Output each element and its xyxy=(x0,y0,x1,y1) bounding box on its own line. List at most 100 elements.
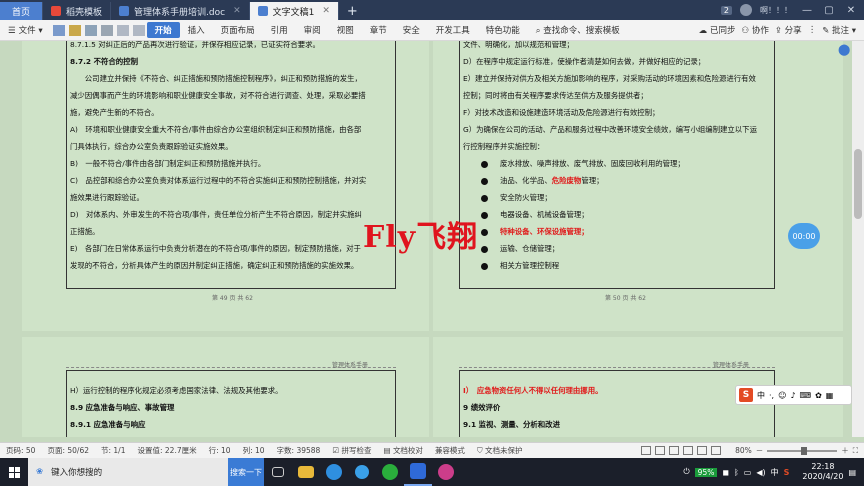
undo-icon[interactable] xyxy=(116,24,129,36)
tab-manual-doc[interactable]: 管理体系手册培训.doc ✕ xyxy=(111,2,250,20)
ie-button[interactable] xyxy=(348,458,376,486)
close-window-button[interactable]: ✕ xyxy=(844,5,858,16)
paragraph: E) 各部门在日常体系运行中负责分析潜在的不符合项/事件的原因，制定预防措施，对… xyxy=(70,244,361,253)
status-pages[interactable]: 页面: 50/62 xyxy=(41,445,95,456)
menu-review[interactable]: 审阅 xyxy=(296,24,329,36)
proofread-button[interactable]: ▤ 文档校对 xyxy=(377,445,428,456)
mic-icon[interactable]: ♪ xyxy=(790,391,795,400)
status-word-count[interactable]: 字数: 39588 xyxy=(271,445,327,456)
zoom-slider[interactable] xyxy=(767,446,838,455)
redo-icon[interactable] xyxy=(132,24,145,36)
paragraph: 行控制程序并实施控制： xyxy=(463,142,545,151)
share-button[interactable]: ⇪ 分享 xyxy=(775,24,802,36)
menu-reference[interactable]: 引用 xyxy=(263,24,296,36)
eye-protect-icon[interactable] xyxy=(641,446,652,455)
write-mode-icon[interactable] xyxy=(697,446,708,455)
menu-page-layout[interactable]: 页面布局 xyxy=(213,24,263,36)
user-name[interactable]: 啊！！！ xyxy=(760,5,792,16)
menu-start[interactable]: 开始 xyxy=(146,22,180,38)
scrollbar-thumb[interactable] xyxy=(854,149,862,219)
preview-icon[interactable] xyxy=(100,24,113,36)
menu-insert[interactable]: 插入 xyxy=(180,24,213,36)
zoom-level[interactable]: 80% xyxy=(735,446,752,455)
zoom-out-button[interactable]: － xyxy=(756,445,764,456)
ime-indicator[interactable]: 中 xyxy=(771,467,779,478)
outline-view-icon[interactable] xyxy=(669,446,680,455)
wechat-button[interactable] xyxy=(376,458,404,486)
keyboard-icon[interactable]: ⌨ xyxy=(800,391,812,400)
close-icon[interactable]: ✕ xyxy=(233,6,241,16)
menu-chapter[interactable]: 章节 xyxy=(362,24,395,36)
punctuation-icon[interactable]: ·, xyxy=(769,391,774,400)
toolbox-icon[interactable]: ▦ xyxy=(826,391,834,400)
tab-label: 稻壳模板 xyxy=(66,7,103,18)
task-view-button[interactable] xyxy=(264,458,292,486)
fit-page-icon[interactable]: ⛶ xyxy=(853,446,858,456)
page-51[interactable]: 管理体系手册 H）运行控制的程序化规定必须考虑国家法律、法规及其他要求。 8.9… xyxy=(22,337,429,437)
battery-level[interactable]: 95% xyxy=(694,467,718,477)
media-button[interactable] xyxy=(432,458,460,486)
close-icon[interactable]: ✕ xyxy=(322,6,330,16)
security-icon[interactable]: ◼ xyxy=(722,468,729,477)
spell-check-toggle[interactable]: ☑ 拼写检查 xyxy=(326,445,377,456)
ime-toolbar[interactable]: S 中 ·, ☺ ♪ ⌨ ✿ ▦ xyxy=(735,385,852,405)
location-pin-icon[interactable]: ⬤ xyxy=(838,43,850,57)
page-49[interactable]: 8.7.1.5 对纠正后的产品再次进行验证，并保存相应记录，已证实符合要求。 8… xyxy=(22,41,429,331)
comment-button[interactable]: ✎ 批注 ▾ xyxy=(822,24,856,36)
sogou-tray-icon[interactable]: S xyxy=(784,468,790,477)
tab-docer[interactable]: 稻壳模板 xyxy=(43,2,112,20)
minimize-button[interactable]: — xyxy=(800,5,814,16)
plug-icon[interactable]: ⏻ xyxy=(683,467,689,477)
avatar[interactable] xyxy=(740,4,752,16)
notification-icon[interactable]: ▤ xyxy=(848,468,856,477)
wps-button[interactable] xyxy=(404,458,432,486)
recording-timer[interactable]: 00:00 xyxy=(788,223,820,249)
sync-status[interactable]: ☁ 已同步 xyxy=(699,24,736,36)
tab-home[interactable]: 首页 xyxy=(0,2,44,20)
reading-mode-icon[interactable] xyxy=(711,446,722,455)
skin-icon[interactable]: ✿ xyxy=(815,391,822,400)
page-50[interactable]: 文件、明确化，加以规范和管理； D）在程序中规定运行标准，使操作者清楚如何去做，… xyxy=(433,41,843,331)
zoom-in-button[interactable]: ＋ xyxy=(841,445,849,456)
menu-features[interactable]: 特色功能 xyxy=(478,24,528,36)
edge-icon xyxy=(326,464,342,480)
maximize-button[interactable]: ▢ xyxy=(822,5,836,16)
folder-icon[interactable] xyxy=(68,24,81,36)
save-icon[interactable] xyxy=(52,24,65,36)
menu-dev-tools[interactable]: 开发工具 xyxy=(428,24,478,36)
tab-document1[interactable]: 文字文稿1 ✕ xyxy=(249,2,339,20)
taskbar-search-placeholder: 键入你想搜的 xyxy=(51,468,103,478)
comment-icon: ✎ xyxy=(822,26,830,36)
volume-icon[interactable]: ◀) xyxy=(756,468,765,477)
protect-label: 文档未保护 xyxy=(484,446,523,455)
emoji-icon[interactable]: ☺ xyxy=(778,391,786,400)
menu-file[interactable]: ☰ 文件 ▾ xyxy=(0,24,51,36)
menu-security[interactable]: 安全 xyxy=(395,24,428,36)
explorer-button[interactable] xyxy=(292,458,320,486)
heading: 9 绩效评价 xyxy=(463,403,501,412)
collab-button[interactable]: ⚇ 协作 xyxy=(742,24,769,36)
vertical-scrollbar[interactable] xyxy=(852,41,864,437)
clock[interactable]: 22:18 2020/4/20 xyxy=(802,462,843,482)
more-icon[interactable]: ⋮ xyxy=(808,25,817,35)
web-view-icon[interactable] xyxy=(683,446,694,455)
taskbar-search[interactable]: ❀ 键入你想搜的 xyxy=(28,458,228,486)
command-search[interactable]: ⌕ 查找命令、搜索模板 xyxy=(528,24,628,36)
ime-language[interactable]: 中 xyxy=(757,390,765,401)
print-icon[interactable] xyxy=(84,24,97,36)
bullet-text: 安全防火管理； xyxy=(500,193,552,202)
new-tab-button[interactable]: + xyxy=(339,2,366,20)
start-button[interactable] xyxy=(0,458,28,486)
status-page[interactable]: 页码: 50 xyxy=(0,445,41,456)
edge-button[interactable] xyxy=(320,458,348,486)
bluetooth-icon[interactable]: ᛒ xyxy=(734,468,739,477)
zoom-slider-knob[interactable] xyxy=(801,446,808,455)
paragraph: 公司建立并保持《不符合、纠正措施和预防措施控制程序》，纠正和预防措施的发生， xyxy=(70,74,362,83)
menu-view[interactable]: 视图 xyxy=(329,24,362,36)
window-count-badge[interactable]: 2 xyxy=(720,5,732,15)
taskbar-search-button[interactable]: 搜索一下 xyxy=(228,458,264,486)
protect-status[interactable]: ⛉ 文档未保护 xyxy=(471,445,529,456)
page-view-icon[interactable] xyxy=(655,446,666,455)
paragraph: D）在程序中规定运行标准，使操作者清楚如何去做，并做好相应的记录； xyxy=(463,57,706,66)
network-icon[interactable]: ▭ xyxy=(744,468,752,477)
